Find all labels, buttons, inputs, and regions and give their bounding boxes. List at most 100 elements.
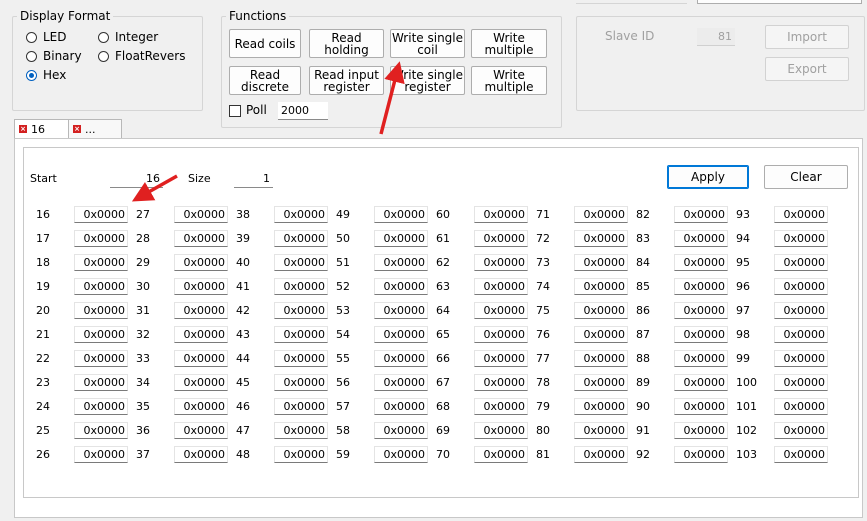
register-value-input[interactable]: 0x0000 (174, 302, 228, 319)
register-value-input[interactable]: 0x0000 (674, 326, 728, 343)
register-value-input[interactable]: 0x0000 (74, 302, 128, 319)
register-value-input[interactable]: 0x0000 (574, 374, 628, 391)
register-value-input[interactable]: 0x0000 (674, 422, 728, 439)
register-value-input[interactable]: 0x0000 (574, 206, 628, 223)
register-value-input[interactable]: 0x0000 (774, 422, 828, 439)
register-value-input[interactable]: 0x0000 (374, 278, 428, 295)
register-value-input[interactable]: 0x0000 (174, 374, 228, 391)
register-value-input[interactable]: 0x0000 (174, 254, 228, 271)
top-right-button-partial[interactable] (697, 0, 862, 4)
read-holding-button[interactable]: Read holding (309, 29, 384, 58)
tab-more[interactable]: × ... (68, 119, 122, 138)
poll-checkbox[interactable] (229, 105, 241, 117)
register-value-input[interactable]: 0x0000 (474, 230, 528, 247)
register-value-input[interactable]: 0x0000 (574, 446, 628, 463)
clear-button[interactable]: Clear (764, 165, 848, 189)
tab-close-icon[interactable]: × (73, 125, 81, 133)
register-value-input[interactable]: 0x0000 (74, 326, 128, 343)
register-value-input[interactable]: 0x0000 (474, 350, 528, 367)
register-value-input[interactable]: 0x0000 (174, 422, 228, 439)
register-value-input[interactable]: 0x0000 (74, 398, 128, 415)
register-value-input[interactable]: 0x0000 (674, 230, 728, 247)
register-value-input[interactable]: 0x0000 (74, 278, 128, 295)
register-value-input[interactable]: 0x0000 (174, 446, 228, 463)
write-multiple-registers-button[interactable]: Write multiple (471, 66, 547, 95)
register-value-input[interactable]: 0x0000 (74, 422, 128, 439)
register-value-input[interactable]: 0x0000 (474, 374, 528, 391)
register-value-input[interactable]: 0x0000 (374, 422, 428, 439)
register-value-input[interactable]: 0x0000 (174, 398, 228, 415)
register-value-input[interactable]: 0x0000 (574, 350, 628, 367)
radio-integer[interactable]: Integer (98, 30, 158, 44)
register-value-input[interactable]: 0x0000 (474, 326, 528, 343)
register-value-input[interactable]: 0x0000 (274, 326, 328, 343)
register-value-input[interactable]: 0x0000 (374, 206, 428, 223)
register-value-input[interactable]: 0x0000 (374, 446, 428, 463)
size-input[interactable]: 1 (234, 170, 273, 188)
register-value-input[interactable]: 0x0000 (274, 230, 328, 247)
export-button[interactable]: Export (765, 57, 849, 81)
register-value-input[interactable]: 0x0000 (174, 278, 228, 295)
register-value-input[interactable]: 0x0000 (74, 230, 128, 247)
register-value-input[interactable]: 0x0000 (474, 206, 528, 223)
poll-interval-input[interactable]: 2000 (278, 102, 328, 120)
register-value-input[interactable]: 0x0000 (774, 350, 828, 367)
tab-16[interactable]: × 16 (14, 119, 70, 138)
write-single-coil-button[interactable]: Write single coil (390, 29, 465, 58)
register-value-input[interactable]: 0x0000 (374, 230, 428, 247)
register-value-input[interactable]: 0x0000 (774, 374, 828, 391)
register-value-input[interactable]: 0x0000 (274, 446, 328, 463)
radio-led[interactable]: LED (26, 30, 67, 44)
register-value-input[interactable]: 0x0000 (374, 326, 428, 343)
register-value-input[interactable]: 0x0000 (574, 254, 628, 271)
radio-hex[interactable]: Hex (26, 68, 66, 82)
register-value-input[interactable]: 0x0000 (274, 254, 328, 271)
register-value-input[interactable]: 0x0000 (574, 278, 628, 295)
import-button[interactable]: Import (765, 25, 849, 49)
register-value-input[interactable]: 0x0000 (574, 422, 628, 439)
read-coils-button[interactable]: Read coils (229, 29, 301, 58)
apply-button[interactable]: Apply (667, 165, 749, 189)
register-value-input[interactable]: 0x0000 (574, 230, 628, 247)
register-value-input[interactable]: 0x0000 (474, 302, 528, 319)
register-value-input[interactable]: 0x0000 (474, 278, 528, 295)
register-value-input[interactable]: 0x0000 (474, 398, 528, 415)
register-value-input[interactable]: 0x0000 (774, 278, 828, 295)
register-value-input[interactable]: 0x0000 (174, 350, 228, 367)
start-input[interactable]: 16 (110, 170, 163, 188)
register-value-input[interactable]: 0x0000 (774, 302, 828, 319)
register-value-input[interactable]: 0x0000 (374, 302, 428, 319)
register-value-input[interactable]: 0x0000 (174, 326, 228, 343)
radio-floatrevers[interactable]: FloatRevers (98, 49, 186, 63)
register-value-input[interactable]: 0x0000 (74, 254, 128, 271)
register-value-input[interactable]: 0x0000 (274, 398, 328, 415)
register-value-input[interactable]: 0x0000 (774, 230, 828, 247)
register-value-input[interactable]: 0x0000 (674, 254, 728, 271)
register-value-input[interactable]: 0x0000 (774, 254, 828, 271)
register-value-input[interactable]: 0x0000 (574, 326, 628, 343)
register-value-input[interactable]: 0x0000 (674, 278, 728, 295)
register-value-input[interactable]: 0x0000 (374, 254, 428, 271)
register-value-input[interactable]: 0x0000 (274, 278, 328, 295)
register-value-input[interactable]: 0x0000 (74, 374, 128, 391)
register-value-input[interactable]: 0x0000 (274, 350, 328, 367)
register-value-input[interactable]: 0x0000 (274, 422, 328, 439)
register-value-input[interactable]: 0x0000 (474, 254, 528, 271)
register-value-input[interactable]: 0x0000 (674, 206, 728, 223)
register-value-input[interactable]: 0x0000 (674, 446, 728, 463)
register-value-input[interactable]: 0x0000 (474, 422, 528, 439)
write-multiple-coils-button[interactable]: Write multiple (471, 29, 547, 58)
register-value-input[interactable]: 0x0000 (374, 398, 428, 415)
read-discrete-button[interactable]: Read discrete (229, 66, 301, 95)
register-value-input[interactable]: 0x0000 (774, 446, 828, 463)
register-value-input[interactable]: 0x0000 (674, 302, 728, 319)
register-value-input[interactable]: 0x0000 (674, 398, 728, 415)
register-value-input[interactable]: 0x0000 (174, 206, 228, 223)
slave-id-input[interactable]: 81 (697, 28, 735, 46)
register-value-input[interactable]: 0x0000 (474, 446, 528, 463)
register-value-input[interactable]: 0x0000 (274, 206, 328, 223)
register-value-input[interactable]: 0x0000 (574, 398, 628, 415)
register-value-input[interactable]: 0x0000 (274, 374, 328, 391)
register-value-input[interactable]: 0x0000 (374, 374, 428, 391)
register-value-input[interactable]: 0x0000 (74, 350, 128, 367)
